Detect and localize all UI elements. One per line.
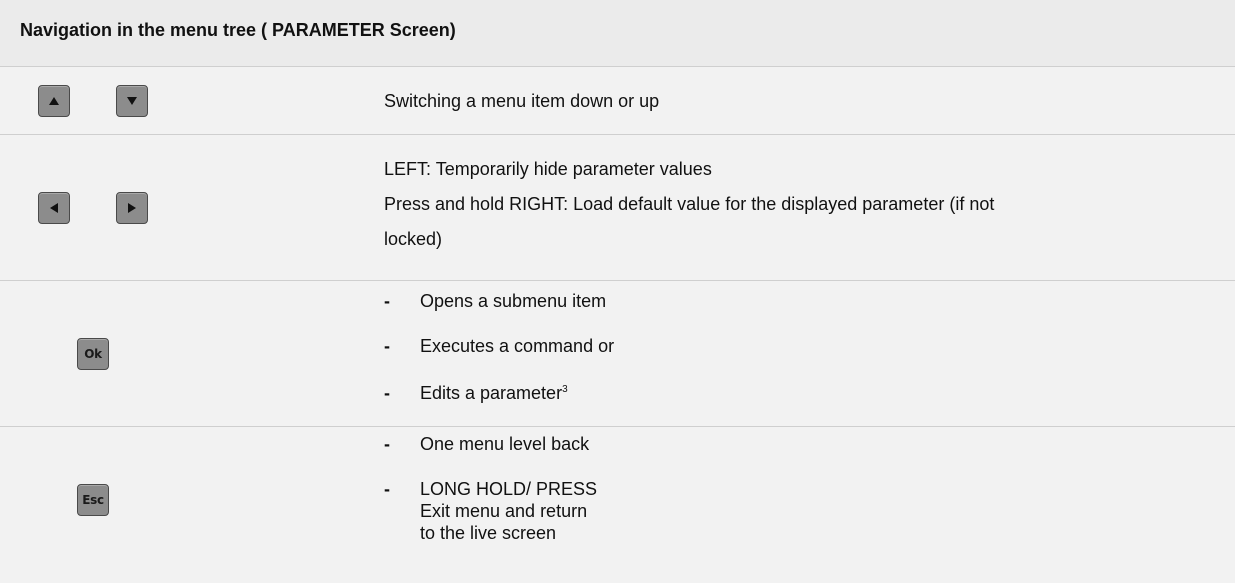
row-up-down: Switching a menu item down or up bbox=[0, 67, 1235, 135]
esc-key[interactable]: Esc bbox=[77, 484, 109, 516]
bullet-dash: - bbox=[384, 291, 390, 311]
row-left-right: LEFT: Temporarily hide parameter values … bbox=[0, 135, 1235, 281]
bullet-dash: - bbox=[384, 479, 390, 499]
row-ok: Ok - Opens a submenu item - Executes a c… bbox=[0, 281, 1235, 427]
down-arrow-key[interactable] bbox=[116, 85, 148, 117]
bullet-item: - Executes a command or bbox=[384, 336, 984, 356]
ok-key-label: Ok bbox=[84, 347, 102, 361]
ok-key[interactable]: Ok bbox=[77, 338, 109, 370]
bullet-item: - LONG HOLD/ PRESS Exit menu and return … bbox=[384, 479, 984, 569]
up-arrow-key[interactable] bbox=[38, 85, 70, 117]
row-description: Switching a menu item down or up bbox=[384, 91, 660, 111]
bullet-text: Executes a command or bbox=[420, 336, 615, 356]
description-line: LEFT: Temporarily hide parameter values bbox=[384, 159, 712, 179]
esc-key-label: Esc bbox=[82, 493, 104, 507]
bullet-item: - One menu level back bbox=[384, 434, 984, 454]
left-arrow-key[interactable] bbox=[38, 192, 70, 224]
description-line: Press and hold RIGHT: Load default value… bbox=[384, 194, 995, 214]
description-line: locked) bbox=[384, 229, 443, 249]
bullet-dash: - bbox=[384, 434, 390, 454]
bullet-text-continued: Exit menu and return bbox=[420, 501, 588, 521]
bullet-dash: - bbox=[384, 383, 390, 403]
triangle-right-icon bbox=[128, 203, 136, 213]
footnote-marker: 3 bbox=[562, 384, 568, 395]
bullet-item: - Edits a parameter3 bbox=[384, 383, 984, 403]
bullet-text: Opens a submenu item bbox=[420, 291, 607, 311]
right-arrow-key[interactable] bbox=[116, 192, 148, 224]
bullet-text: Edits a parameter3 bbox=[420, 383, 568, 403]
bullet-text-main: Edits a parameter bbox=[420, 383, 563, 403]
bullet-text: LONG HOLD/ PRESS bbox=[420, 479, 598, 499]
triangle-left-icon bbox=[50, 203, 58, 213]
triangle-up-icon bbox=[49, 97, 59, 105]
bullet-text-continued: to the live screen bbox=[420, 523, 557, 543]
bullet-dash: - bbox=[384, 336, 390, 356]
table-title: Navigation in the menu tree ( PARAMETER … bbox=[20, 20, 456, 40]
table-header: Navigation in the menu tree ( PARAMETER … bbox=[0, 0, 1235, 67]
bullet-item: - Opens a submenu item bbox=[384, 291, 984, 311]
navigation-table: Navigation in the menu tree ( PARAMETER … bbox=[0, 0, 1235, 583]
triangle-down-icon bbox=[127, 97, 137, 105]
bullet-text: One menu level back bbox=[420, 434, 590, 454]
row-description: LEFT: Temporarily hide parameter values … bbox=[384, 159, 1204, 269]
row-esc: Esc - One menu level back - LONG HOLD/ P… bbox=[0, 427, 1235, 583]
